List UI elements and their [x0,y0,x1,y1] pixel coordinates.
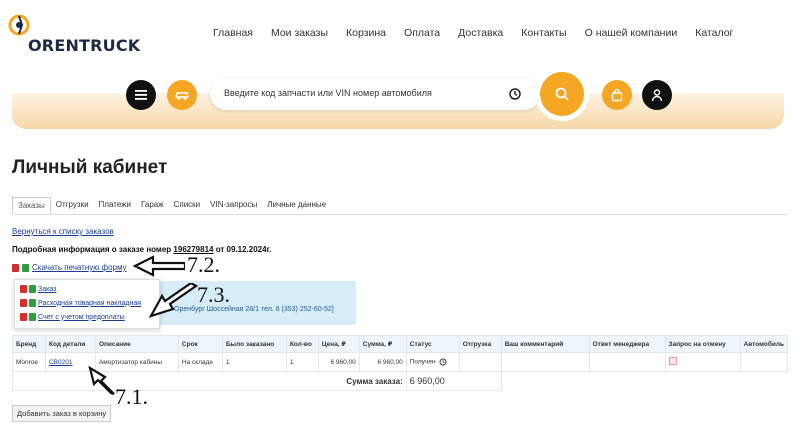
excel-icon [22,263,29,272]
annotation-arrow-7-2 [133,255,185,277]
logo-icon [8,14,30,36]
cell-qty: 1 [285,352,319,372]
column-header: Бренд [12,335,46,353]
cell-ordered: 1 [221,352,287,372]
order-info-date: от 09.12.2024г. [215,245,272,254]
column-header: Цена, ₽ [317,335,360,353]
excel-icon [29,285,36,293]
total-value: 6 960,00 [405,371,502,391]
column-header: Статус [405,335,460,353]
print-form-dropdown: Заказ Расходная товарная накладная Счет … [14,279,160,329]
annotation-label-7-1: 7.1. [115,384,148,409]
column-header: Автомобиль [739,335,789,353]
history-icon[interactable] [439,358,447,366]
annotation-label-7-2: 7.2. [187,252,220,277]
pdf-icon [20,285,27,293]
nav-item-delivery[interactable]: Доставка [458,27,503,39]
account-tabs: Заказы Отгрузки Платежи Гараж Списки VIN… [12,197,331,215]
pdf-icon [20,299,27,307]
excel-icon [29,299,36,307]
pdf-icon [20,313,27,321]
annotation-label-7-3: 7.3. [197,282,230,307]
cell-sum: 6 960,00 [358,352,407,372]
cell-comment[interactable] [500,352,590,372]
cell-term: На складе [177,352,223,372]
menu-button[interactable] [126,80,156,110]
doc-link-prepayment-bill[interactable]: Счет с учетом предоплаты [20,313,125,321]
column-header: Сумма, ₽ [358,335,407,353]
cell-shipment [458,352,502,372]
nav-item-home[interactable]: Главная [213,27,253,39]
annotation-arrow-7-1 [88,366,115,396]
search-input[interactable]: Введите код запчасти или VIN номер автом… [210,78,540,110]
column-header: Было заказано [221,335,287,353]
tab-payments[interactable]: Платежи [94,197,136,215]
menu-icon [135,90,147,100]
doc-link-order[interactable]: Заказ [20,285,56,293]
add-order-to-cart-button[interactable]: Добавить заказ в корзину [12,405,112,422]
cell-brand: Monroe [12,352,46,372]
excel-icon [29,313,36,321]
order-info-heading: Подробная информация о заказе номер 1962… [12,245,271,254]
column-header: Ваш комментарий [500,335,590,353]
cell-manager-reply [588,352,666,372]
page-title: Личный кабинет [12,157,168,178]
top-navigation: Главная Мои заказы Корзина Оплата Достав… [213,27,751,39]
status-label: Получен [409,358,436,366]
history-icon[interactable] [508,87,522,101]
total-empty [501,372,787,391]
cell-status: Получен [405,352,460,372]
back-to-orders-link[interactable]: Вернуться к списку заказов [12,227,114,236]
nav-item-my-orders[interactable]: Мои заказы [271,27,328,39]
tab-lists[interactable]: Списки [169,197,206,215]
doc-link-prepayment-bill-label: Счет с учетом предоплаты [38,313,125,321]
cart-button[interactable] [602,80,632,110]
doc-link-invoice-waybill-label: Расходная товарная накладная [38,299,142,307]
logo[interactable]: ORENTRUCK [8,14,148,55]
column-header: Описание [94,335,179,353]
nav-item-cart[interactable]: Корзина [346,27,386,39]
cell-cancel-request [664,352,741,372]
search-icon [555,87,569,101]
nav-item-payment[interactable]: Оплата [404,27,440,39]
search-button[interactable] [540,72,584,116]
tab-orders[interactable]: Заказы [12,197,51,215]
tab-vin-requests[interactable]: VIN-запросы [205,197,262,215]
tab-shipments[interactable]: Отгрузки [51,197,94,215]
order-info-prefix: Подробная информация о заказе номер [12,245,172,254]
column-header: Кол-во [285,335,319,353]
profile-button[interactable] [642,80,672,110]
column-header: Отгрузка [458,335,502,353]
total-label: Сумма заказа: [12,371,407,391]
doc-link-invoice-waybill[interactable]: Расходная товарная накладная [20,299,141,307]
car-icon [175,92,189,100]
table-header-row: Бренд Код детали Описание Срок Было зака… [12,335,789,353]
cell-price: 6 960,00 [317,352,360,372]
nav-item-about[interactable]: О нашей компании [585,27,678,39]
garage-button[interactable] [167,80,197,110]
download-print-form-link[interactable]: Скачать печатную форму [12,263,127,272]
pdf-icon [12,263,19,272]
doc-link-order-label: Заказ [38,285,57,293]
shopping-bag-icon [611,88,623,102]
column-header: Запрос на отмену [664,335,741,353]
tab-personal-data[interactable]: Личные данные [262,197,331,215]
cancel-request-checkbox[interactable] [668,357,677,365]
nav-item-contacts[interactable]: Контакты [521,27,566,39]
logo-text: ORENTRUCK [28,36,141,55]
part-code-link[interactable]: CB0201 [49,359,73,366]
column-header: Код детали [44,335,96,353]
search-placeholder: Введите код запчасти или VIN номер автом… [224,88,432,98]
column-header: Ответ менеджера [588,335,666,353]
order-items-table: Бренд Код детали Описание Срок Было зака… [12,335,789,391]
table-row: Monroe CB0201 Амортизатор кабины На скла… [12,352,789,372]
tabs-divider [12,214,788,215]
tab-garage[interactable]: Гараж [136,197,169,215]
download-print-form-label: Скачать печатную форму [32,263,127,272]
user-icon [651,89,663,102]
column-header: Срок [177,335,223,353]
nav-item-catalog[interactable]: Каталог [695,27,733,39]
annotation-arrow-7-3 [148,283,198,318]
cell-auto [739,352,789,372]
